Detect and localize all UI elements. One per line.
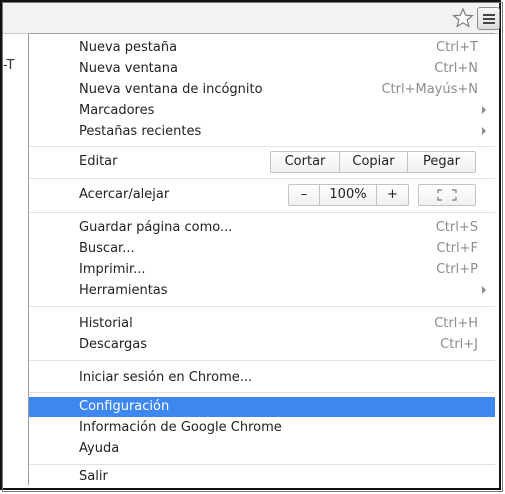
paste-button[interactable]: Pegar (408, 154, 475, 169)
menu-item-label: Guardar página como... (79, 220, 233, 235)
menu-item-shortcut: Ctrl+T (436, 40, 478, 55)
menu-separator (29, 464, 495, 465)
menu-item-shortcut: Ctrl+Mayús+N (381, 82, 478, 97)
menu-item-label: Configuración (79, 399, 170, 414)
menu-item-label: Buscar... (79, 241, 135, 256)
menu-item-label: Descargas (79, 337, 148, 352)
menu-item-settings[interactable]: Configuración (29, 397, 495, 417)
menu-separator (29, 306, 495, 307)
menu-item-label: Nueva pestaña (79, 40, 178, 55)
menu-separator (29, 360, 495, 361)
star-outline-icon[interactable] (452, 7, 474, 29)
menu-item-print[interactable]: Imprimir... Ctrl+P (29, 260, 495, 280)
menu-item-shortcut: Ctrl+J (440, 337, 478, 352)
page-background (3, 34, 28, 484)
menu-item-downloads[interactable]: Descargas Ctrl+J (29, 335, 495, 355)
menu-item-shortcut: Ctrl+H (434, 316, 478, 331)
cut-button[interactable]: Cortar (271, 154, 339, 169)
menu-item-label: Herramientas (79, 283, 168, 298)
zoom-label: Acercar/alejar (79, 187, 170, 202)
menu-item-incognito-window[interactable]: Nueva ventana de incógnito Ctrl+Mayús+N (29, 80, 495, 100)
menu-separator (29, 212, 495, 213)
zoom-out-button[interactable]: – (289, 187, 319, 202)
menu-item-label: Marcadores (79, 103, 155, 118)
menu-item-recent-tabs[interactable]: Pestañas recientes (29, 122, 495, 142)
copy-button[interactable]: Copiar (340, 154, 407, 169)
edit-button-group: Cortar Copiar Pegar (270, 151, 476, 173)
menu-item-shortcut: Ctrl+N (434, 61, 478, 76)
menu-separator (29, 392, 495, 393)
menu-item-shortcut: Ctrl+S (435, 220, 478, 235)
zoom-control: – 100% + (288, 184, 409, 206)
menu-item-save-page[interactable]: Guardar página como... Ctrl+S (29, 218, 495, 238)
fullscreen-icon (437, 189, 457, 201)
menu-item-bookmarks[interactable]: Marcadores (29, 101, 495, 121)
menu-item-exit[interactable]: Salir (29, 467, 495, 487)
menu-item-sign-in[interactable]: Iniciar sesión en Chrome... (29, 368, 495, 388)
menu-item-history[interactable]: Historial Ctrl+H (29, 314, 495, 334)
submenu-arrow-icon (482, 106, 486, 114)
menu-item-label: Nueva ventana de incógnito (79, 82, 263, 97)
menu-item-label: Imprimir... (79, 262, 146, 277)
menu-item-about-chrome[interactable]: Información de Google Chrome (29, 418, 495, 438)
submenu-arrow-icon (482, 286, 486, 294)
menu-item-label: Nueva ventana (79, 61, 178, 76)
menu-item-tools[interactable]: Herramientas (29, 281, 495, 301)
edit-label: Editar (79, 154, 118, 169)
menu-separator (29, 178, 495, 179)
zoom-level: 100% (329, 187, 367, 202)
page-text-fragment: -T (3, 58, 15, 73)
hamburger-menu-icon[interactable] (477, 7, 500, 30)
menu-item-find[interactable]: Buscar... Ctrl+F (29, 239, 495, 259)
menu-item-help[interactable]: Ayuda (29, 439, 495, 459)
menu-item-label: Iniciar sesión en Chrome... (79, 370, 253, 385)
menu-item-label: Salir (79, 469, 108, 484)
chrome-main-menu: Nueva pestaña Ctrl+T Nueva ventana Ctrl+… (28, 33, 495, 485)
fullscreen-button[interactable] (418, 184, 476, 206)
menu-separator (29, 146, 495, 147)
menu-item-label: Pestañas recientes (79, 124, 202, 139)
menu-item-label: Ayuda (79, 441, 120, 456)
zoom-in-button[interactable]: + (377, 187, 408, 202)
browser-toolbar (3, 3, 500, 34)
submenu-arrow-icon (482, 127, 486, 135)
menu-item-label: Historial (79, 316, 133, 331)
menu-item-shortcut: Ctrl+F (436, 241, 478, 256)
menu-item-label: Información de Google Chrome (79, 420, 282, 435)
menu-item-shortcut: Ctrl+P (436, 262, 478, 277)
menu-item-new-window[interactable]: Nueva ventana Ctrl+N (29, 59, 495, 79)
menu-item-new-tab[interactable]: Nueva pestaña Ctrl+T (29, 38, 495, 58)
